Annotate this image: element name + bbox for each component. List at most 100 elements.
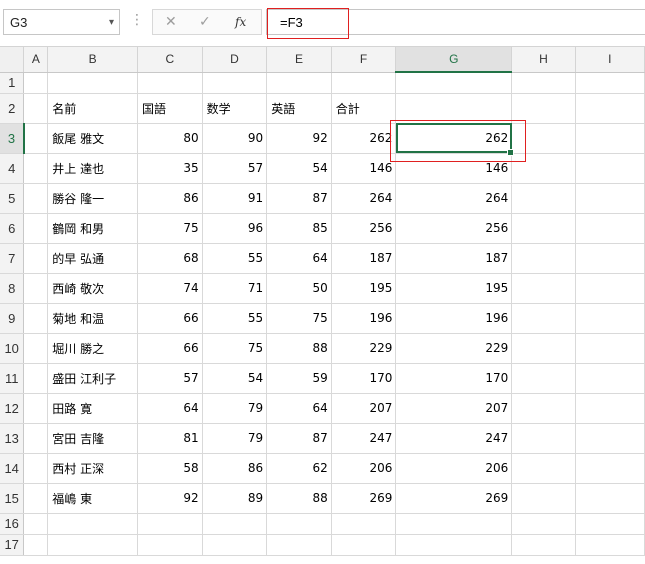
cell-d[interactable]: 75 — [202, 333, 268, 364]
cell-i[interactable] — [575, 303, 645, 334]
cell-c[interactable]: 92 — [137, 483, 203, 514]
cell-i[interactable] — [575, 513, 645, 535]
chevron-down-icon[interactable]: ▾ — [109, 17, 114, 28]
cell-f[interactable] — [331, 72, 397, 94]
cell-c[interactable]: 81 — [137, 423, 203, 454]
cell-c[interactable]: 64 — [137, 393, 203, 424]
cell-b[interactable]: 名前 — [47, 93, 139, 124]
row-header[interactable]: 9 — [0, 303, 25, 334]
cell-d[interactable] — [202, 513, 268, 535]
cell-e[interactable]: 50 — [266, 273, 332, 304]
cell-h[interactable] — [511, 363, 576, 394]
cell-h[interactable] — [511, 243, 576, 274]
cell-h[interactable] — [511, 123, 576, 154]
cell-b[interactable]: 飯尾 雅文 — [47, 123, 139, 154]
cell-f[interactable]: 170 — [331, 363, 397, 394]
fill-handle[interactable] — [507, 148, 515, 156]
cell-b[interactable] — [47, 72, 139, 94]
cell-f[interactable]: 269 — [331, 483, 397, 514]
column-header-c[interactable]: C — [137, 47, 203, 73]
cell-b[interactable]: 西崎 敬次 — [47, 273, 139, 304]
cell-g[interactable]: 207 — [395, 393, 513, 424]
cell-i[interactable] — [575, 93, 645, 124]
cell-d[interactable] — [202, 534, 268, 556]
cell-i[interactable] — [575, 363, 645, 394]
cell-h[interactable] — [511, 423, 576, 454]
cell-e[interactable]: 88 — [266, 483, 332, 514]
cell[interactable] — [23, 393, 49, 424]
cell-b[interactable]: 盛田 江利子 — [47, 363, 139, 394]
row-header[interactable]: 7 — [0, 243, 25, 274]
cell-b[interactable]: 菊地 和温 — [47, 303, 139, 334]
cell-h[interactable] — [511, 483, 576, 514]
cell-e[interactable]: 英語 — [266, 93, 332, 124]
cell-g[interactable] — [395, 72, 513, 94]
column-header-g[interactable]: G — [395, 47, 513, 73]
cell-c[interactable]: 35 — [137, 153, 203, 184]
cell-g[interactable]: 247 — [395, 423, 513, 454]
cell-f[interactable]: 264 — [331, 183, 397, 214]
cell[interactable] — [23, 534, 49, 556]
cell-i[interactable] — [575, 423, 645, 454]
row-header[interactable]: 3 — [0, 123, 25, 154]
cell-e[interactable]: 64 — [266, 393, 332, 424]
cell-g[interactable]: 187 — [395, 243, 513, 274]
cell[interactable] — [23, 423, 49, 454]
column-header-a[interactable]: A — [23, 47, 49, 73]
active-cell[interactable]: 262 — [395, 123, 515, 156]
cell-f[interactable]: 195 — [331, 273, 397, 304]
cell-f[interactable]: 206 — [331, 453, 397, 484]
cell-f[interactable]: 229 — [331, 333, 397, 364]
cell-b[interactable]: 田路 寛 — [47, 393, 139, 424]
cell-i[interactable] — [575, 393, 645, 424]
row-header[interactable]: 4 — [0, 153, 25, 184]
cell-e[interactable]: 75 — [266, 303, 332, 334]
cell-d[interactable]: 79 — [202, 423, 268, 454]
cell-g[interactable]: 206 — [395, 453, 513, 484]
cell-e[interactable]: 88 — [266, 333, 332, 364]
cell-f[interactable]: 146 — [331, 153, 397, 184]
cell-c[interactable]: 80 — [137, 123, 203, 154]
cell-f[interactable]: 207 — [331, 393, 397, 424]
cell-b[interactable]: 勝谷 隆一 — [47, 183, 139, 214]
cell[interactable] — [23, 483, 49, 514]
cell-h[interactable] — [511, 333, 576, 364]
select-all-corner[interactable] — [0, 47, 25, 73]
cell-i[interactable] — [575, 183, 645, 214]
cell-f[interactable]: 262 — [331, 123, 397, 154]
cell-i[interactable] — [575, 453, 645, 484]
cell-f[interactable]: 196 — [331, 303, 397, 334]
spreadsheet-grid[interactable]: A B C D E F G H I 1 2 名前 国語 数学 英語 合計 3 飯尾 雅文 80 90 92 262 262 4… — [0, 47, 645, 564]
cell-i[interactable] — [575, 273, 645, 304]
row-header[interactable]: 17 — [0, 534, 25, 556]
cell[interactable] — [23, 123, 49, 154]
cell[interactable] — [23, 153, 49, 184]
cell-e[interactable]: 87 — [266, 183, 332, 214]
column-header-b[interactable]: B — [47, 47, 139, 73]
cell-g[interactable]: 170 — [395, 363, 513, 394]
cell-b[interactable]: 宮田 吉隆 — [47, 423, 139, 454]
cell-c[interactable] — [137, 534, 203, 556]
name-box[interactable]: G3 ▾ — [3, 9, 120, 35]
cell-e[interactable]: 64 — [266, 243, 332, 274]
row-header[interactable]: 5 — [0, 183, 25, 214]
grip-icon[interactable]: ⋮ — [130, 13, 144, 27]
cell-b[interactable]: 的早 弘通 — [47, 243, 139, 274]
row-header[interactable]: 11 — [0, 363, 25, 394]
cell-i[interactable] — [575, 333, 645, 364]
cell[interactable] — [23, 513, 49, 535]
cell-g[interactable]: 146 — [395, 153, 513, 184]
cell-c[interactable]: 58 — [137, 453, 203, 484]
row-header[interactable]: 8 — [0, 273, 25, 304]
cell-e[interactable]: 85 — [266, 213, 332, 244]
cell-c[interactable]: 国語 — [137, 93, 203, 124]
cell-h[interactable] — [511, 273, 576, 304]
cell-f[interactable] — [331, 534, 397, 556]
cell[interactable] — [23, 303, 49, 334]
cell[interactable] — [23, 363, 49, 394]
cell-b[interactable]: 福嶋 東 — [47, 483, 139, 514]
cell-h[interactable] — [511, 393, 576, 424]
cell-f[interactable]: 256 — [331, 213, 397, 244]
column-header-f[interactable]: F — [331, 47, 397, 73]
row-header[interactable]: 12 — [0, 393, 25, 424]
